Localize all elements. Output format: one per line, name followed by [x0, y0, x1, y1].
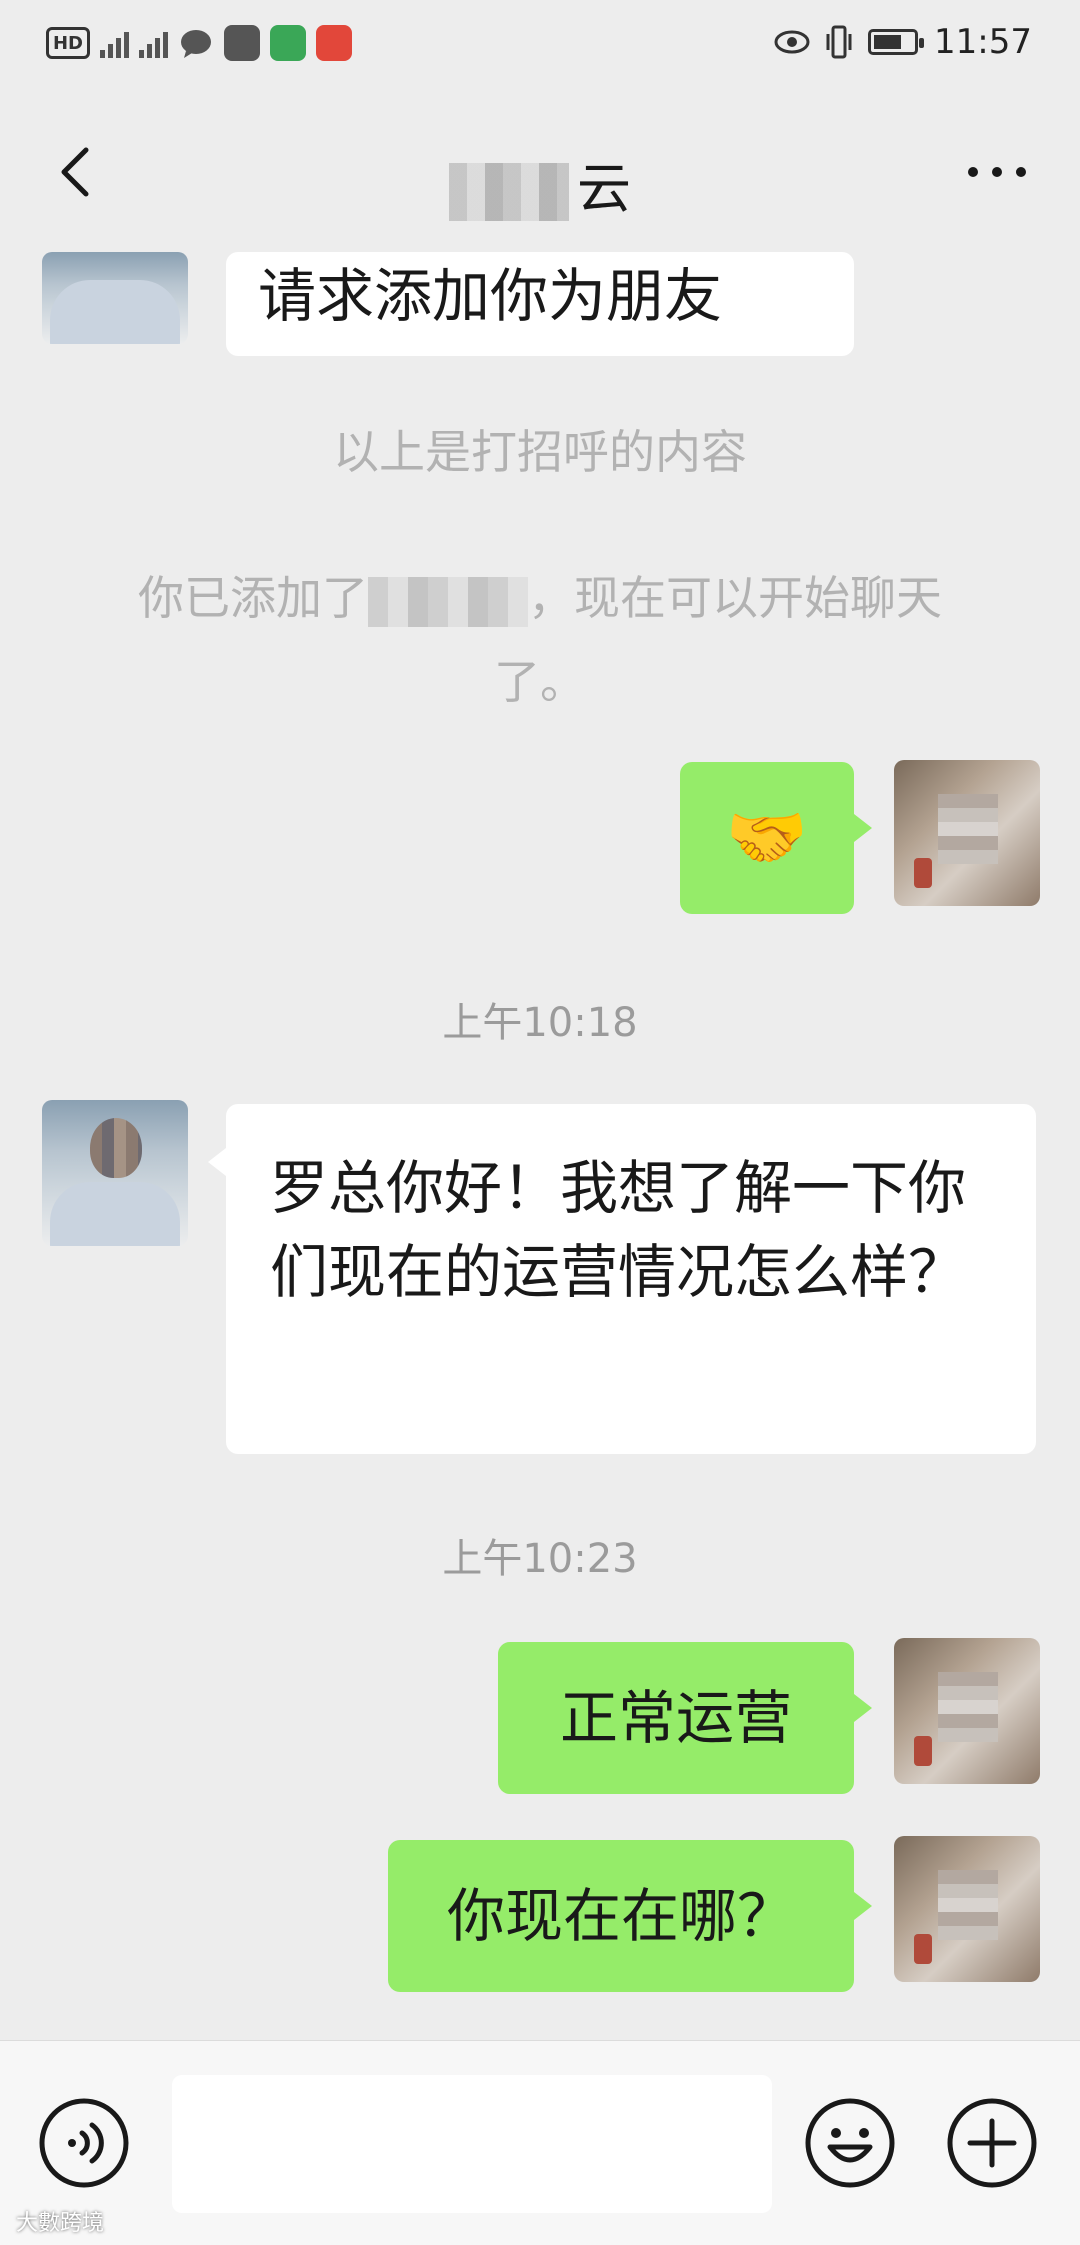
green-app-icon — [270, 25, 306, 61]
timestamp: 上午10:23 — [442, 1536, 638, 1582]
blurred-contact-name — [368, 576, 528, 627]
added-note-suffix: ，现在可以开始聊天了。 — [494, 571, 942, 709]
greeting-note: 以上是打招呼的内容 — [333, 425, 747, 479]
chat-title: 云 — [0, 144, 1080, 223]
emoji-icon[interactable] — [804, 2097, 896, 2189]
blurred-name — [449, 163, 569, 222]
status-right: 11:57 — [774, 18, 1032, 66]
input-bar: 大數跨境 — [0, 2040, 1080, 2245]
my-avatar[interactable] — [894, 1638, 1040, 1784]
huawei-app-icon — [224, 25, 260, 61]
handshake-emoji-icon: 🤝 — [725, 799, 809, 876]
outgoing-message[interactable]: 正常运营 — [498, 1642, 872, 1794]
watermark: 大數跨境 — [16, 2211, 105, 2236]
handshake-emoji-message[interactable]: 🤝 — [680, 762, 872, 914]
message-input[interactable] — [172, 2075, 772, 2213]
added-note-prefix: 你已添加了 — [138, 571, 368, 625]
incoming-message[interactable]: 罗总你好！我想了解一下你们现在的运营情况怎么样？ — [208, 1104, 1036, 1454]
my-avatar[interactable] — [894, 1836, 1040, 1982]
clock: 11:57 — [934, 22, 1032, 62]
my-avatar[interactable] — [894, 760, 1040, 906]
vibrate-icon — [826, 25, 852, 59]
contact-avatar[interactable] — [42, 1100, 188, 1246]
battery-icon — [868, 29, 925, 55]
signal-4g-icon — [139, 28, 168, 58]
outgoing-message[interactable]: 你现在在哪？ — [388, 1840, 872, 1992]
more-options-icon[interactable] — [962, 152, 1032, 192]
message-icon — [181, 30, 211, 58]
friend-request-message[interactable]: 请求添加你为朋友 — [226, 252, 854, 356]
chat-title-text: 云 — [577, 157, 631, 220]
timestamp: 上午10:18 — [442, 1000, 638, 1046]
status-left: HD — [46, 20, 352, 66]
signal-icon — [100, 28, 129, 58]
red-app-icon — [316, 25, 352, 61]
status-bar: HD 11:57 — [0, 0, 1080, 86]
added-friend-note: 你已添加了 ，现在可以开始聊天了。 — [110, 556, 970, 724]
hd-icon: HD — [46, 27, 90, 59]
voice-input-icon[interactable] — [38, 2097, 130, 2189]
contact-avatar[interactable] — [42, 252, 188, 344]
eye-icon — [774, 30, 810, 54]
chat-header: 云 — [0, 86, 1080, 256]
plus-icon[interactable] — [946, 2097, 1038, 2189]
